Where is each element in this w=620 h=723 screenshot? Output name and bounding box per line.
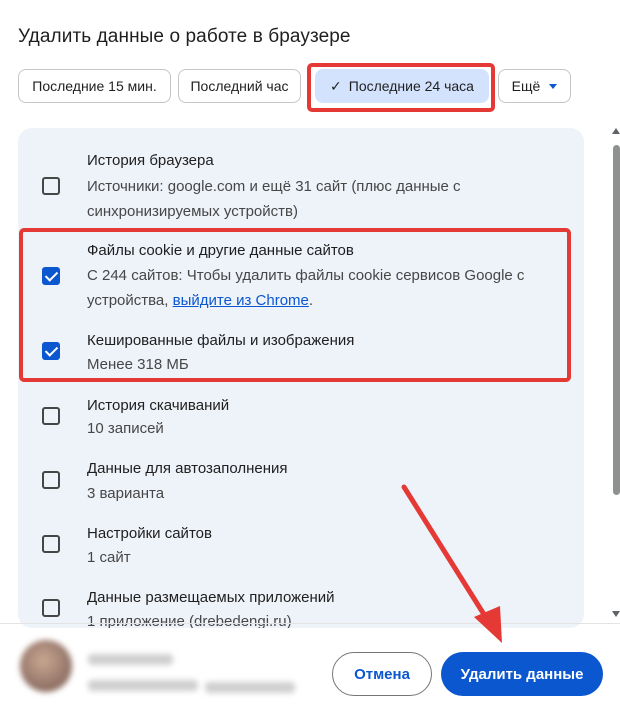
chip-label: Ещё: [511, 78, 541, 94]
dialog-title: Удалить данные о работе в браузере: [18, 26, 351, 47]
item-description: 3 варианта: [87, 485, 165, 502]
checkbox-site-settings[interactable]: [42, 535, 60, 553]
chip-label: Последний час: [190, 78, 289, 94]
chip-label: Последние 15 мин.: [32, 78, 157, 94]
item-title: Данные размещаемых приложений: [87, 589, 335, 606]
chip-last-15-min[interactable]: Последние 15 мин.: [18, 69, 171, 103]
chip-label: Последние 24 часа: [348, 78, 474, 94]
chip-last-24-hours[interactable]: ✓ Последние 24 часа: [315, 69, 489, 103]
item-title: Настройки сайтов: [87, 525, 212, 542]
item-description: 10 записей: [87, 420, 164, 437]
cancel-button[interactable]: Отмена: [332, 652, 432, 696]
scroll-down-arrow-icon[interactable]: [612, 611, 620, 617]
chip-more-dropdown[interactable]: Ещё: [498, 69, 571, 103]
checkbox-autofill[interactable]: [42, 471, 60, 489]
caret-down-icon: [549, 83, 558, 89]
blurred-account-email: [88, 680, 198, 691]
item-title: Файлы cookie и другие данные сайтов: [87, 242, 354, 259]
checkbox-cached-files[interactable]: [42, 342, 60, 360]
chip-last-hour[interactable]: Последний час: [178, 69, 301, 103]
checkbox-cookies[interactable]: [42, 267, 60, 285]
checkbox-browsing-history[interactable]: [42, 177, 60, 195]
scrollbar-thumb[interactable]: [613, 145, 620, 495]
item-title: История скачиваний: [87, 397, 230, 414]
sign-out-chrome-link[interactable]: выйдите из Chrome: [173, 292, 309, 309]
item-description: Менее 318 МБ: [87, 356, 189, 373]
item-title: Данные для автозаполнения: [87, 460, 288, 477]
checkbox-hosted-apps[interactable]: [42, 599, 60, 617]
data-types-list: История браузера Источники: google.com и…: [18, 128, 584, 628]
item-description: 1 сайт: [87, 549, 131, 566]
blurred-account-name: [88, 654, 173, 665]
item-title: История браузера: [87, 152, 214, 169]
delete-data-button[interactable]: Удалить данные: [441, 652, 603, 696]
footer-divider: [0, 623, 620, 624]
blurred-account-extra: [205, 682, 295, 693]
item-description-suffix: .: [308, 292, 314, 309]
item-title: Кешированные файлы и изображения: [87, 332, 355, 349]
item-description: Источники: google.com и ещё 31 сайт (плю…: [87, 178, 461, 220]
check-icon: ✓: [330, 77, 342, 94]
item-description: С 244 сайтов: Чтобы удалить файлы cookie…: [87, 263, 557, 313]
account-avatar[interactable]: [20, 640, 72, 692]
scroll-up-arrow-icon[interactable]: [612, 128, 620, 134]
checkbox-download-history[interactable]: [42, 407, 60, 425]
item-description: 1 приложение (drebedengi.ru): [87, 613, 292, 628]
